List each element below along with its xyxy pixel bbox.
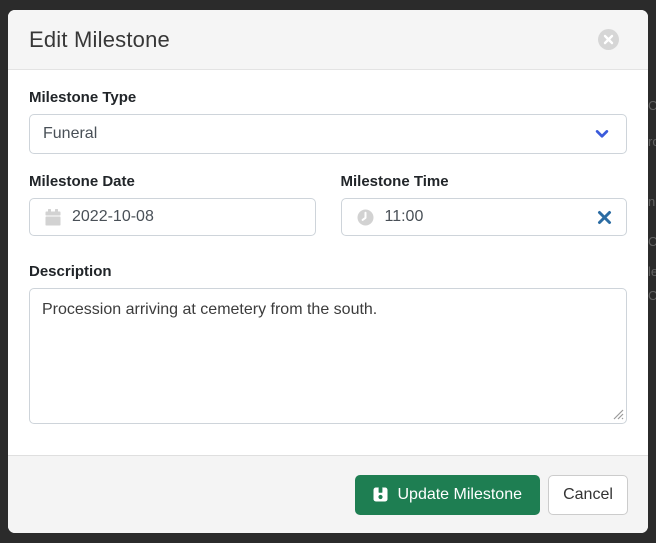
background-page-fragment: le [648,264,656,279]
background-page-fragment: ro [648,134,656,149]
background-page-fragment: C [648,288,656,303]
milestone-time-field[interactable] [385,208,598,226]
milestone-type-value: Funeral [43,125,97,143]
description-textarea[interactable]: Procession arriving at cemetery from the… [29,288,627,424]
calendar-icon [45,209,61,226]
modal-body: Milestone Type Funeral Milestone Date [8,70,648,455]
milestone-time-group: Milestone Time [341,173,628,236]
milestone-date-label: Milestone Date [29,173,316,190]
edit-milestone-modal: Edit Milestone Milestone Type Funeral Mi… [8,10,648,533]
modal-backdrop: C ro n C le C Edit Milestone Milestone T… [0,0,656,543]
modal-footer: Update Milestone Cancel [8,455,648,533]
update-milestone-label: Update Milestone [397,486,522,504]
milestone-type-label: Milestone Type [29,89,627,106]
cancel-button[interactable]: Cancel [548,475,628,515]
background-page-fragment: C [648,98,656,113]
description-group: Procession arriving at cemetery from the… [29,288,627,424]
clock-icon [357,209,374,226]
milestone-type-select[interactable]: Funeral [29,114,627,154]
background-page-fragment: n [648,194,655,209]
milestone-date-field[interactable] [72,208,303,226]
clear-time-button[interactable] [597,210,612,225]
update-milestone-button[interactable]: Update Milestone [355,475,540,515]
milestone-date-group: Milestone Date [29,173,316,236]
chevron-down-icon [593,125,611,143]
background-page-fragment: C [648,234,656,249]
milestone-time-input[interactable] [341,198,628,236]
save-icon [373,487,388,502]
modal-title: Edit Milestone [29,27,170,53]
clear-x-icon [597,210,612,225]
modal-header: Edit Milestone [8,10,648,70]
date-time-row: Milestone Date Milestone Time [29,173,627,236]
milestone-date-input[interactable] [29,198,316,236]
close-button[interactable] [598,29,619,50]
milestone-time-label: Milestone Time [341,173,628,190]
cancel-label: Cancel [563,486,613,504]
close-icon [603,34,614,45]
description-label: Description [29,263,627,280]
